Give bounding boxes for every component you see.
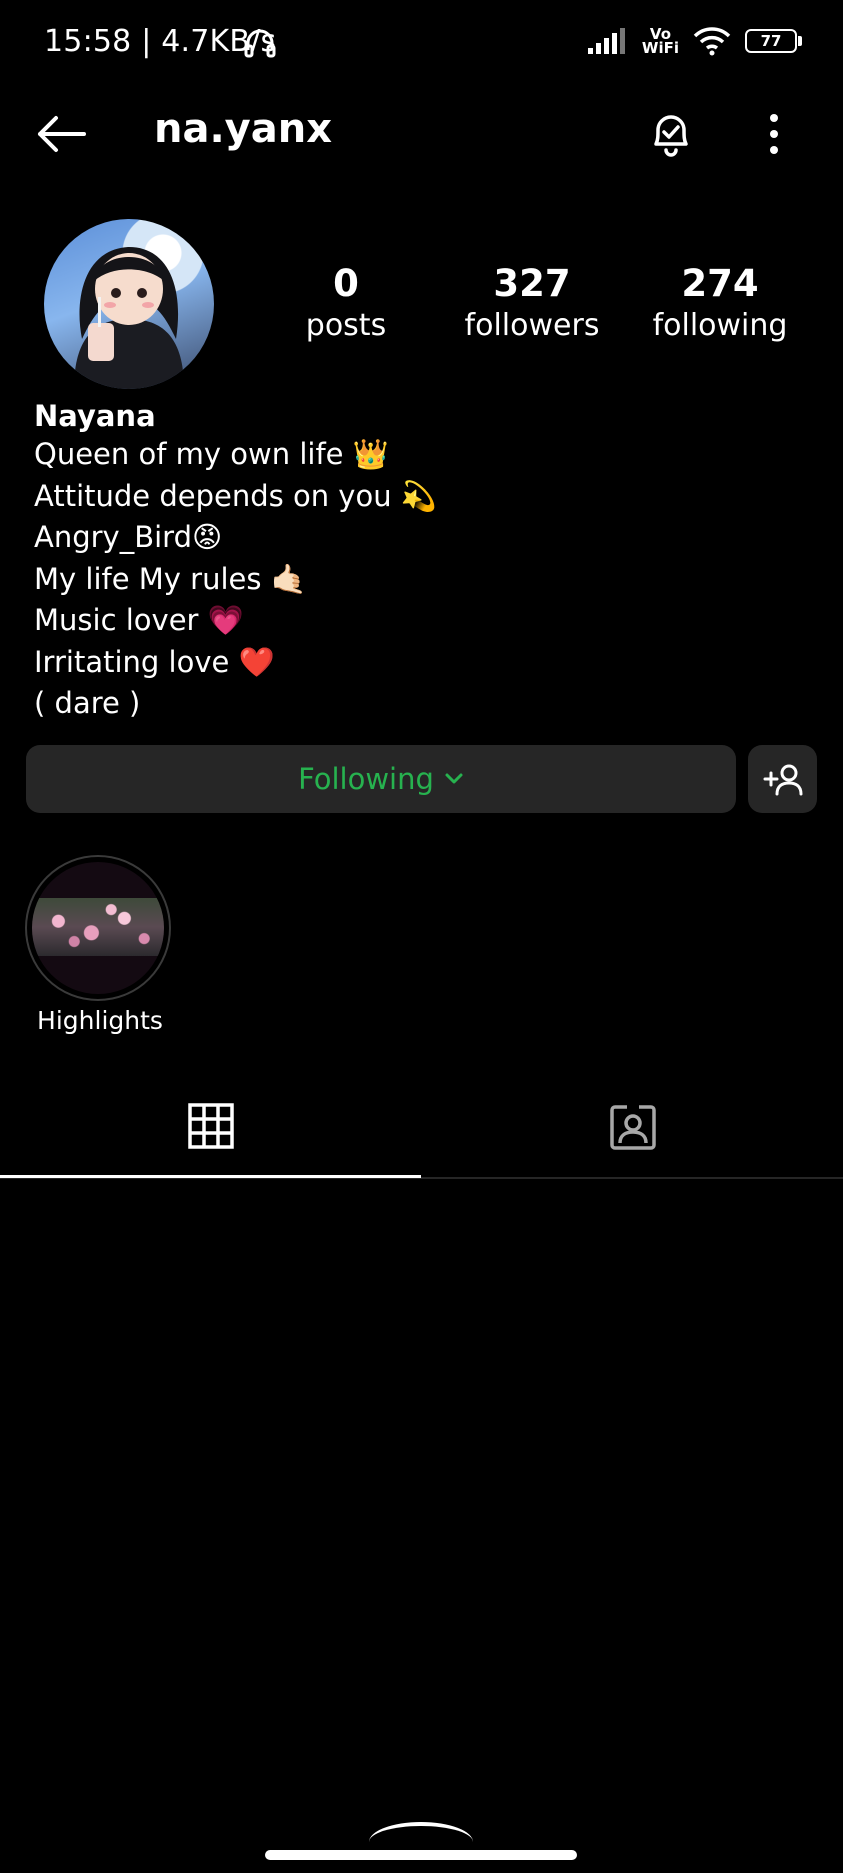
home-indicator-bar[interactable]: [265, 1850, 577, 1860]
suggest-people-button[interactable]: [748, 745, 817, 813]
stat-posts[interactable]: 0 posts: [296, 262, 396, 346]
followers-count: 327: [493, 262, 571, 305]
following-button[interactable]: Following: [26, 745, 736, 813]
following-count: 274: [681, 262, 759, 305]
profile-full-name: Nayana: [34, 399, 156, 433]
chevron-down-icon: [444, 772, 464, 786]
tagged-tab-icon[interactable]: [609, 1103, 657, 1151]
active-tab-indicator: [0, 1175, 421, 1178]
add-person-icon: [763, 764, 802, 796]
back-arrow-icon[interactable]: [36, 114, 86, 154]
bio-line: ( dare ): [34, 686, 141, 720]
bio-line: Irritating love ❤️: [34, 644, 275, 679]
bio-line: Music lover 💗: [34, 603, 244, 637]
following-label: following: [652, 308, 788, 343]
battery-indicator: 77: [745, 29, 802, 53]
signal-icon: [587, 28, 625, 54]
headphones-icon: [244, 29, 276, 58]
wifi-icon: [693, 27, 731, 56]
stat-followers[interactable]: 327 followers: [462, 262, 602, 346]
profile-bio: Nayana Queen of my own life 👑 Attitude d…: [34, 398, 437, 725]
stat-following[interactable]: 274 following: [650, 262, 790, 346]
bio-line: My life My rules 🤙🏻: [34, 561, 307, 596]
highlight-label: Highlights: [37, 1006, 163, 1035]
bio-line: Attitude depends on you 💫: [34, 478, 437, 513]
posts-count: 0: [333, 262, 359, 305]
status-icons: Vo WiFi 77: [587, 26, 802, 57]
avatar-illustration: [74, 247, 184, 389]
highlight-cover-image: [32, 898, 164, 956]
highlight-cover: [32, 862, 164, 994]
highlight-item[interactable]: [25, 855, 171, 1001]
followers-label: followers: [464, 308, 600, 343]
bio-line: Angry_Bird😡: [34, 520, 223, 554]
notification-bell-icon[interactable]: [648, 110, 694, 158]
profile-avatar[interactable]: [44, 219, 214, 389]
status-time: 15:58 | 4.7KB/s: [44, 24, 277, 59]
posts-label: posts: [305, 308, 387, 343]
profile-username: na.yanx: [154, 106, 333, 152]
following-button-label: Following: [298, 762, 434, 796]
more-options-icon[interactable]: [766, 112, 782, 156]
grid-tab-icon[interactable]: [188, 1103, 234, 1149]
vowifi-bottom: WiFi: [641, 39, 679, 57]
bio-line: Queen of my own life 👑: [34, 437, 389, 471]
vowifi-indicator: Vo WiFi: [641, 27, 679, 57]
